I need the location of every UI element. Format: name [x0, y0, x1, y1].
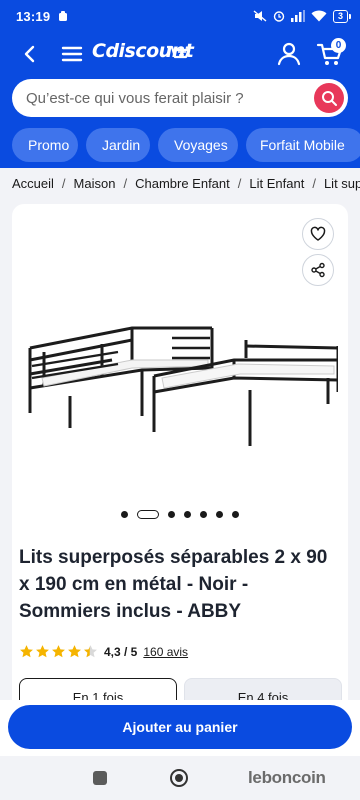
top-navigation: Cdiscount 0	[0, 32, 360, 76]
logo-cart-mark-icon	[167, 45, 191, 59]
breadcrumb-separator: /	[237, 176, 242, 191]
cart-count-badge: 0	[331, 38, 346, 53]
chip-jardin[interactable]: Jardin	[86, 128, 150, 162]
star-half-icon	[84, 645, 97, 658]
search-button[interactable]	[314, 83, 344, 113]
bed-frame-right	[152, 340, 338, 446]
star-icon	[20, 645, 33, 658]
home-icon[interactable]	[170, 769, 188, 787]
image-carousel-dots	[12, 510, 348, 519]
signal-icon	[290, 10, 305, 22]
recent-apps-icon[interactable]	[93, 771, 107, 785]
battery-indicator: 3	[332, 9, 352, 23]
carousel-dot[interactable]	[121, 511, 128, 518]
heart-icon	[310, 226, 326, 241]
carousel-dot[interactable]	[216, 511, 223, 518]
chip-forfait-mobile[interactable]: Forfait Mobile	[246, 128, 360, 162]
carousel-dot[interactable]	[200, 511, 207, 518]
breadcrumb-item-chambre-enfant[interactable]: Chambre Enfant	[135, 176, 230, 191]
product-card: Lits superposés séparables 2 x 90 x 190 …	[12, 204, 348, 764]
chip-voyages[interactable]: Voyages	[158, 128, 238, 162]
carousel-dot[interactable]	[168, 511, 175, 518]
menu-icon[interactable]	[60, 42, 84, 66]
breadcrumb-separator: /	[123, 176, 128, 191]
add-to-cart-button[interactable]: Ajouter au panier	[8, 705, 352, 749]
rating-stars	[19, 644, 98, 659]
star-icon	[68, 645, 81, 658]
rating-score: 4,3 / 5	[104, 644, 138, 659]
alarm-icon	[273, 11, 285, 22]
search-input[interactable]	[26, 89, 296, 107]
status-bar: 13:19 3	[0, 0, 360, 32]
leboncoin-watermark: leboncoin	[248, 768, 326, 787]
breadcrumb-separator: /	[312, 176, 316, 191]
wifi-icon	[311, 10, 327, 22]
product-title: Lits superposés séparables 2 x 90 x 190 …	[19, 547, 328, 622]
share-button[interactable]	[302, 254, 334, 286]
search-icon	[322, 91, 337, 106]
favorite-button[interactable]	[302, 218, 334, 250]
star-icon	[36, 645, 49, 658]
back-arrow-icon[interactable]	[18, 42, 42, 66]
product-rating[interactable]: 4,3 / 5 160 avis	[19, 644, 188, 659]
notification-icon	[59, 10, 68, 21]
carousel-dot[interactable]	[184, 511, 191, 518]
breadcrumb: Accueil / Maison / Chambre Enfant / Lit …	[12, 176, 360, 191]
account-icon[interactable]	[276, 40, 302, 66]
reviews-link[interactable]: 160 avis	[143, 645, 188, 659]
breadcrumb-separator: /	[61, 176, 66, 191]
carousel-dot[interactable]	[232, 511, 239, 518]
app-header: Cdiscount 0 Promo Jardin Voyages Forfait…	[0, 32, 360, 168]
category-chips: Promo Jardin Voyages Forfait Mobile	[12, 128, 360, 162]
mute-icon	[253, 10, 267, 22]
star-icon	[52, 645, 65, 658]
breadcrumb-item-maison[interactable]: Maison	[74, 176, 116, 191]
product-image-bunk-beds[interactable]	[22, 308, 338, 458]
breadcrumb-item-lit-enfant[interactable]: Lit Enfant	[249, 176, 304, 191]
search-bar[interactable]	[12, 79, 348, 117]
system-navigation-bar: leboncoin	[0, 756, 360, 800]
status-time: 13:19	[16, 8, 51, 24]
share-icon	[311, 262, 325, 278]
chip-promo[interactable]: Promo	[12, 128, 78, 162]
carousel-dot-active[interactable]	[137, 510, 159, 519]
breadcrumb-item-lit-superpose[interactable]: Lit sup	[324, 176, 360, 191]
breadcrumb-item-accueil[interactable]: Accueil	[12, 176, 54, 191]
